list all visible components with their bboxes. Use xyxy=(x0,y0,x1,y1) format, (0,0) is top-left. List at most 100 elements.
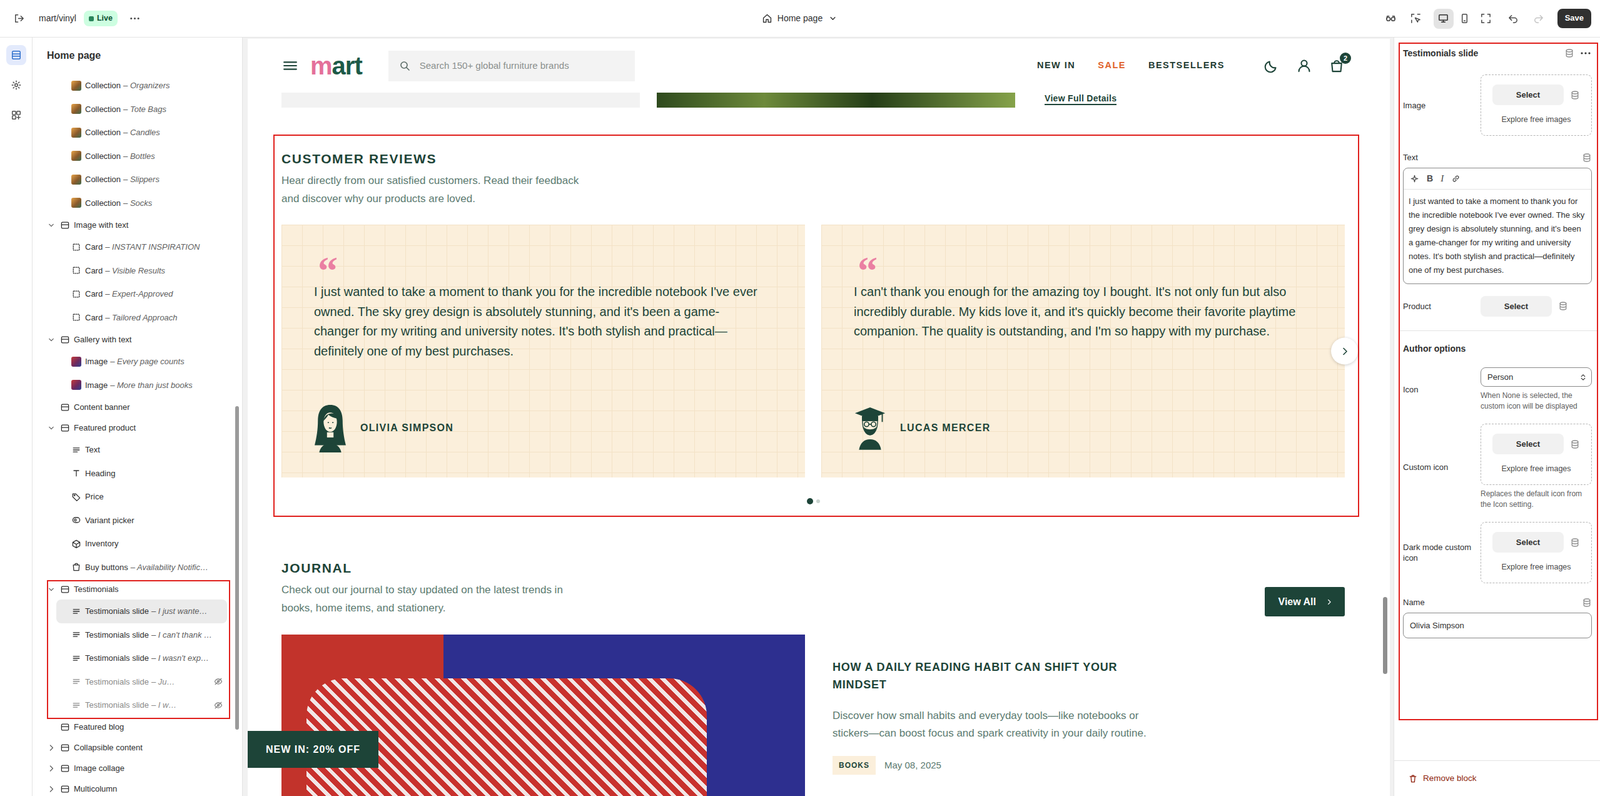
explore-link[interactable]: Explore free images xyxy=(1501,113,1571,126)
sidebar-scrollbar[interactable] xyxy=(234,81,240,790)
item-label[interactable]: Featured product xyxy=(73,421,136,435)
mobile-icon[interactable] xyxy=(1454,8,1475,29)
store-name[interactable]: mart/vinyl xyxy=(38,11,77,26)
item-label[interactable]: Testimonials slide xyxy=(85,675,149,689)
item-detail[interactable]: – Bottles xyxy=(123,150,156,163)
item-label[interactable]: Testimonials xyxy=(73,582,119,596)
item-detail[interactable]: – Expert-Approved xyxy=(105,287,173,301)
remove-label[interactable]: Remove block xyxy=(1422,771,1477,785)
caret-right-icon[interactable] xyxy=(46,742,57,753)
section-row[interactable]: Testimonials xyxy=(46,578,228,600)
italic-button[interactable]: I xyxy=(1440,171,1444,186)
dynamic-source-icon[interactable] xyxy=(1581,152,1592,163)
item-label[interactable]: Collection xyxy=(85,126,121,139)
select-button[interactable]: Select xyxy=(1492,84,1564,106)
more-icon[interactable] xyxy=(125,8,146,29)
select-button[interactable]: Select xyxy=(1480,295,1552,318)
preview-scrollbar[interactable] xyxy=(1382,596,1388,674)
select-value[interactable]: Person xyxy=(1487,370,1514,384)
page-picker[interactable]: Home page xyxy=(755,8,845,29)
select-button[interactable]: Select xyxy=(1492,433,1564,455)
dynamic-source-icon[interactable] xyxy=(1569,537,1580,548)
button-label[interactable]: View All xyxy=(1278,594,1317,610)
bold-button[interactable]: B xyxy=(1426,172,1433,186)
item-detail[interactable]: – Candles xyxy=(123,126,161,139)
item-label[interactable]: Image with text xyxy=(73,218,129,232)
item-label[interactable]: Multicolumn xyxy=(73,782,117,795)
item-detail[interactable]: – Every page counts xyxy=(110,355,185,368)
page-name[interactable]: Home page xyxy=(777,11,823,26)
undo-icon[interactable] xyxy=(1503,8,1524,29)
image-picker[interactable]: Select Explore free images xyxy=(1480,423,1592,485)
block-row[interactable]: Testimonials slide– I just wante… xyxy=(56,599,228,623)
item-label[interactable]: Card xyxy=(85,240,103,254)
user-icon[interactable] xyxy=(1296,57,1313,74)
sections-icon[interactable] xyxy=(6,45,27,66)
block-row[interactable]: Heading xyxy=(56,461,228,486)
nav-link[interactable]: SALE xyxy=(1097,58,1126,73)
item-label[interactable]: Testimonials slide xyxy=(85,604,149,618)
section-row[interactable]: Content banner xyxy=(46,396,228,418)
dynamic-source-icon[interactable] xyxy=(1569,90,1580,101)
caret-down-icon[interactable] xyxy=(46,220,57,231)
item-label[interactable]: Testimonials slide xyxy=(85,651,149,665)
name-input[interactable] xyxy=(1402,612,1592,638)
dynamic-source-icon[interactable] xyxy=(1569,439,1580,450)
block-row[interactable]: Text xyxy=(56,437,228,462)
dynamic-source-icon[interactable] xyxy=(1558,300,1569,311)
sparkle-icon[interactable] xyxy=(1409,173,1420,184)
nav-link[interactable]: BESTSELLERS xyxy=(1148,58,1225,73)
article-title[interactable]: HOW A DAILY READING HABIT CAN SHIFT YOUR… xyxy=(832,658,1171,694)
block-row[interactable]: Buy buttons– Availability Notific… xyxy=(56,555,228,580)
article-image[interactable] xyxy=(281,634,806,796)
item-label[interactable]: Variant picker xyxy=(85,514,135,527)
block-row[interactable]: Testimonials slide– I w… xyxy=(56,693,228,717)
block-row[interactable]: Card– Visible Results xyxy=(56,258,228,283)
section-row[interactable]: Image collage xyxy=(46,758,228,779)
article-tag[interactable]: BOOKS xyxy=(832,755,876,775)
block-row[interactable]: Variant picker xyxy=(56,508,228,533)
editor-content[interactable]: I just wanted to take a moment to thank … xyxy=(1403,189,1592,284)
item-detail[interactable]: – More than just books xyxy=(110,379,193,392)
item-label[interactable]: Collection xyxy=(85,103,121,116)
item-label[interactable]: Card xyxy=(85,264,103,278)
select-button[interactable]: Select xyxy=(1492,531,1564,553)
block-row[interactable]: Testimonials slide– I wasn't exp… xyxy=(56,646,228,670)
explore-link[interactable]: Explore free images xyxy=(1501,462,1571,475)
section-row[interactable]: Image with text xyxy=(46,214,228,236)
section-row[interactable]: Multicolumn xyxy=(46,778,228,796)
block-row[interactable]: Card– INSTANT INSPIRATION xyxy=(56,235,228,259)
image-picker[interactable]: Select Explore free images xyxy=(1480,521,1592,583)
explore-link[interactable]: Explore free images xyxy=(1501,561,1571,573)
item-detail[interactable]: – Organizers xyxy=(123,79,170,92)
item-label[interactable]: Image xyxy=(85,379,108,392)
image-picker[interactable]: Select Explore free images xyxy=(1480,74,1592,136)
block-row[interactable]: Collection– Slippers xyxy=(56,167,228,192)
block-row[interactable]: Image– More than just books xyxy=(56,373,228,398)
item-label[interactable]: Price xyxy=(85,490,104,503)
article-card[interactable]: HOW A DAILY READING HABIT CAN SHIFT YOUR… xyxy=(281,634,1345,796)
caret-right-icon[interactable] xyxy=(46,763,57,774)
item-label[interactable]: Buy buttons xyxy=(85,561,129,574)
item-detail[interactable]: – Slippers xyxy=(123,173,160,186)
section-row[interactable]: Featured product xyxy=(46,417,228,438)
caret-down-icon[interactable] xyxy=(46,334,57,345)
caret-down-icon[interactable] xyxy=(46,422,57,433)
store-logo[interactable]: mart xyxy=(310,53,363,79)
select-icon[interactable] xyxy=(1406,8,1427,29)
item-label[interactable]: Card xyxy=(85,287,103,301)
item-detail[interactable]: – INSTANT INSPIRATION xyxy=(105,240,200,254)
exit-icon[interactable] xyxy=(8,8,29,29)
rich-text-editor[interactable]: BI I just wanted to take a moment to than… xyxy=(1402,167,1592,284)
block-row[interactable]: Collection– Candles xyxy=(56,120,228,145)
item-label[interactable]: Card xyxy=(85,311,103,325)
moon-icon[interactable] xyxy=(1263,57,1280,74)
dynamic-source-icon[interactable] xyxy=(1564,48,1575,59)
carousel-dot[interactable] xyxy=(816,499,821,503)
scroll-thumb[interactable] xyxy=(235,405,239,730)
section-row[interactable]: Featured blog xyxy=(46,716,228,738)
details-link[interactable]: View Full Details xyxy=(1044,92,1117,106)
caret-down-icon[interactable] xyxy=(46,584,57,595)
item-label[interactable]: Featured blog xyxy=(73,720,124,734)
section-row[interactable]: Collapsible content xyxy=(46,737,228,759)
